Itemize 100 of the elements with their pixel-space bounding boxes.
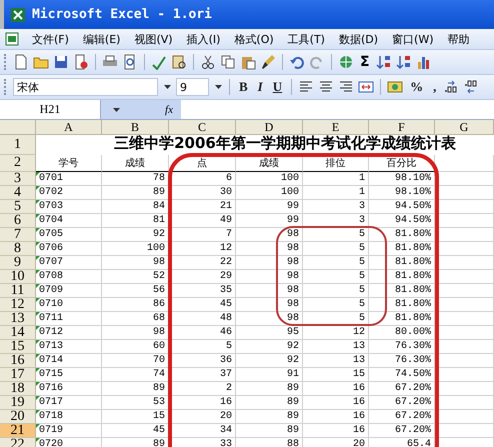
table-cell: 5 xyxy=(303,298,369,312)
row-header[interactable]: 18 xyxy=(0,382,36,396)
row-header[interactable]: 4 xyxy=(0,186,36,200)
table-cell: 5 xyxy=(303,284,369,298)
table-cell: 7 xyxy=(169,228,236,242)
table-cell: 65.4 xyxy=(369,438,435,447)
table-cell: 78 xyxy=(102,172,169,186)
sort-descending-icon[interactable] xyxy=(396,54,412,70)
table-cell: 89 xyxy=(102,186,169,200)
table-cell: 22 xyxy=(169,256,236,270)
table-cell: 0716 xyxy=(36,382,102,396)
row-header[interactable]: 16 xyxy=(0,354,36,368)
row-header[interactable]: 15 xyxy=(0,340,36,354)
column-heading: 百分比 xyxy=(369,155,435,172)
new-document-icon[interactable] xyxy=(13,54,29,70)
row-header[interactable]: 6 xyxy=(0,214,36,228)
column-header[interactable]: C xyxy=(169,120,236,135)
table-cell: 0715 xyxy=(36,368,102,382)
menu-item[interactable]: 格式(O) xyxy=(232,32,276,46)
column-header[interactable]: D xyxy=(236,120,303,135)
underline-button[interactable]: U xyxy=(270,79,286,95)
table-cell: 0705 xyxy=(36,228,102,242)
save-icon[interactable] xyxy=(53,54,69,70)
row-header[interactable]: 12 xyxy=(0,298,36,312)
row-header[interactable]: 11 xyxy=(0,284,36,298)
paste-icon[interactable] xyxy=(240,54,256,70)
row-header[interactable]: 8 xyxy=(0,242,36,256)
increase-decimal-icon[interactable] xyxy=(443,79,460,95)
menu-item[interactable]: 工具(T) xyxy=(286,32,327,46)
column-header[interactable]: B xyxy=(102,120,169,135)
row-header[interactable]: 17 xyxy=(0,368,36,382)
row-header[interactable]: 19 xyxy=(0,396,36,410)
autosum-button[interactable]: Σ xyxy=(358,54,372,70)
percent-button[interactable]: % xyxy=(407,79,426,95)
table-cell: 88 xyxy=(236,438,303,447)
globe-icon[interactable] xyxy=(338,54,354,70)
table-cell: 45 xyxy=(102,424,169,438)
table-cell: 33 xyxy=(169,438,236,447)
table-cell: 100 xyxy=(236,172,303,186)
row-header[interactable]: 3 xyxy=(0,172,36,186)
menu-item[interactable]: 视图(V) xyxy=(132,32,175,46)
column-header[interactable]: A xyxy=(36,120,102,135)
menu-item[interactable]: 文件(F) xyxy=(30,32,71,46)
menu-item[interactable]: 帮助 xyxy=(446,32,472,46)
function-label[interactable]: fx xyxy=(165,104,173,116)
sort-ascending-icon[interactable] xyxy=(376,54,392,70)
row-header[interactable]: 20 xyxy=(0,410,36,424)
excel-icon xyxy=(10,6,26,22)
menu-item[interactable]: 数据(D) xyxy=(336,32,380,46)
table-cell: 92 xyxy=(236,340,303,354)
table-cell: 5 xyxy=(303,312,369,326)
table-cell: 0719 xyxy=(36,424,102,438)
table-cell: 95 xyxy=(236,326,303,340)
comma-button[interactable]: , xyxy=(430,79,440,95)
font-size-field[interactable]: 9 xyxy=(176,78,209,96)
table-cell: 0717 xyxy=(36,396,102,410)
row-header[interactable]: 10 xyxy=(0,270,36,284)
cut-icon[interactable] xyxy=(200,54,216,70)
menu-item[interactable]: 编辑(E) xyxy=(80,32,122,46)
table-cell: 6 xyxy=(169,172,236,186)
table-cell: 46 xyxy=(169,326,236,340)
menu-item[interactable]: 窗口(W) xyxy=(390,32,436,46)
column-header[interactable]: F xyxy=(369,120,435,135)
table-cell: 98 xyxy=(236,284,303,298)
row-header[interactable]: 5 xyxy=(0,200,36,214)
decrease-decimal-icon[interactable] xyxy=(463,79,480,95)
bold-button[interactable]: B xyxy=(236,79,251,95)
brush-icon[interactable] xyxy=(260,54,276,70)
row-header[interactable]: 21 xyxy=(0,424,36,438)
table-cell: 30 xyxy=(169,186,236,200)
chart-icon[interactable] xyxy=(416,54,432,70)
table-cell: 74.50% xyxy=(369,368,435,382)
table-cell: 84 xyxy=(102,200,169,214)
table-cell: 0713 xyxy=(36,340,102,354)
table-cell: 16 xyxy=(303,410,369,424)
column-header[interactable]: G xyxy=(435,120,494,135)
undo-icon[interactable] xyxy=(289,54,305,70)
table-cell: 89 xyxy=(236,396,303,410)
dropdown-arrow-icon[interactable] xyxy=(113,108,120,112)
table-cell: 94.50% xyxy=(369,214,435,228)
table-cell: 94.50% xyxy=(369,200,435,214)
window-title: Microsoft Excel - 1.ori xyxy=(32,7,212,22)
column-heading: 成绩 xyxy=(102,155,169,172)
font-field[interactable]: 宋体 xyxy=(13,78,158,96)
column-header[interactable]: E xyxy=(303,120,369,135)
row-header[interactable]: 1 xyxy=(0,135,36,155)
menu-item[interactable]: 插入(I) xyxy=(184,32,222,46)
table-cell: 0704 xyxy=(36,214,102,228)
row-header[interactable]: 13 xyxy=(0,312,36,326)
row-header[interactable]: 2 xyxy=(0,155,36,172)
row-header[interactable]: 14 xyxy=(0,326,36,340)
row-header[interactable]: 9 xyxy=(0,256,36,270)
row-header[interactable]: 7 xyxy=(0,228,36,242)
copy-icon[interactable] xyxy=(220,54,236,70)
table-cell: 92 xyxy=(102,228,169,242)
table-cell: 5 xyxy=(303,242,369,256)
table-cell: 99 xyxy=(236,200,303,214)
italic-button[interactable]: I xyxy=(254,79,266,95)
document-icon[interactable] xyxy=(4,31,20,47)
merge-center-icon[interactable] xyxy=(358,79,374,95)
